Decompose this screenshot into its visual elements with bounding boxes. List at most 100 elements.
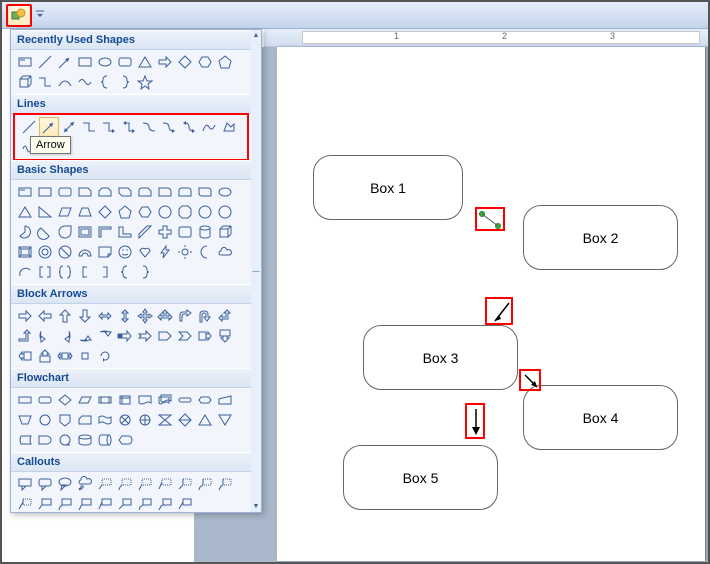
triangle-icon[interactable] bbox=[136, 53, 154, 71]
right-arrow-callout-icon[interactable] bbox=[196, 327, 214, 345]
arrow-line-icon[interactable] bbox=[40, 118, 58, 136]
parallelogram-icon[interactable] bbox=[56, 203, 74, 221]
textbox-icon[interactable] bbox=[16, 183, 34, 201]
pie-icon[interactable] bbox=[16, 223, 34, 241]
curved-down-arrow-icon[interactable] bbox=[96, 327, 114, 345]
triangle-icon[interactable] bbox=[16, 203, 34, 221]
up-arrow-callout-icon[interactable] bbox=[36, 347, 54, 365]
connector-icon[interactable] bbox=[36, 411, 54, 429]
sequential-storage-icon[interactable] bbox=[56, 431, 74, 449]
left-bracket-icon[interactable] bbox=[76, 263, 94, 281]
uturn-arrow-icon[interactable] bbox=[196, 307, 214, 325]
pentagon-icon[interactable] bbox=[216, 53, 234, 71]
display-icon[interactable] bbox=[116, 431, 134, 449]
rounded-rect-icon[interactable] bbox=[56, 183, 74, 201]
accent-callout-1-icon[interactable] bbox=[176, 475, 194, 493]
terminator-icon[interactable] bbox=[176, 391, 194, 409]
pentagon-arrow-icon[interactable] bbox=[156, 327, 174, 345]
cloud-icon[interactable] bbox=[216, 243, 234, 261]
round2-diag-icon[interactable] bbox=[196, 183, 214, 201]
alt-process-icon[interactable] bbox=[36, 391, 54, 409]
extract-icon[interactable] bbox=[196, 411, 214, 429]
predefined-process-icon[interactable] bbox=[96, 391, 114, 409]
box-1[interactable]: Box 1 bbox=[313, 155, 463, 220]
freeform-icon[interactable] bbox=[76, 73, 94, 91]
border-accent-callout-3-icon[interactable] bbox=[156, 495, 174, 512]
hexagon-icon[interactable] bbox=[196, 53, 214, 71]
donut-icon[interactable] bbox=[36, 243, 54, 261]
bent-arrow-icon[interactable] bbox=[176, 307, 194, 325]
trapezoid-icon[interactable] bbox=[76, 203, 94, 221]
decagon-icon[interactable] bbox=[196, 203, 214, 221]
direct-access-storage-icon[interactable] bbox=[96, 431, 114, 449]
left-brace-icon[interactable] bbox=[96, 73, 114, 91]
down-arrow-callout-icon[interactable] bbox=[216, 327, 234, 345]
merge-icon[interactable] bbox=[216, 411, 234, 429]
no-symbol-icon[interactable] bbox=[56, 243, 74, 261]
sort-icon[interactable] bbox=[176, 411, 194, 429]
rectangle-icon[interactable] bbox=[76, 53, 94, 71]
box-3[interactable]: Box 3 bbox=[363, 325, 518, 390]
process-icon[interactable] bbox=[16, 391, 34, 409]
scroll-up-icon[interactable]: ▲ bbox=[253, 32, 260, 39]
block-arc-icon[interactable] bbox=[76, 243, 94, 261]
magnetic-disk-icon[interactable] bbox=[76, 431, 94, 449]
border-callout-2-icon[interactable] bbox=[56, 495, 74, 512]
up-arrow-icon[interactable] bbox=[56, 307, 74, 325]
can-icon[interactable] bbox=[196, 223, 214, 241]
curved-up-arrow-icon[interactable] bbox=[76, 327, 94, 345]
delay-icon[interactable] bbox=[36, 431, 54, 449]
left-right-arrow-icon[interactable] bbox=[96, 307, 114, 325]
collate-icon[interactable] bbox=[156, 411, 174, 429]
notched-right-arrow-icon[interactable] bbox=[136, 327, 154, 345]
arrow-icon[interactable] bbox=[56, 53, 74, 71]
snip2-rect-icon[interactable] bbox=[96, 183, 114, 201]
folded-corner-icon[interactable] bbox=[96, 243, 114, 261]
line-icon[interactable] bbox=[36, 53, 54, 71]
decision-icon[interactable] bbox=[56, 391, 74, 409]
lightning-icon[interactable] bbox=[156, 243, 174, 261]
round-snip-icon[interactable] bbox=[136, 183, 154, 201]
bevel-icon[interactable] bbox=[16, 243, 34, 261]
freeform-icon[interactable] bbox=[220, 118, 238, 136]
data-icon[interactable] bbox=[76, 391, 94, 409]
border-callout-4-icon[interactable] bbox=[96, 495, 114, 512]
left-arrow-callout-icon[interactable] bbox=[16, 347, 34, 365]
rect-callout-icon[interactable] bbox=[16, 475, 34, 493]
line-callout-3-icon[interactable] bbox=[136, 475, 154, 493]
sun-icon[interactable] bbox=[176, 243, 194, 261]
snip-rect-icon[interactable] bbox=[76, 183, 94, 201]
dodecagon-icon[interactable] bbox=[216, 203, 234, 221]
teardrop-icon[interactable] bbox=[56, 223, 74, 241]
rounded-rect-callout-icon[interactable] bbox=[36, 475, 54, 493]
right-arrow-icon[interactable] bbox=[16, 307, 34, 325]
left-arrow-icon[interactable] bbox=[36, 307, 54, 325]
scroll-down-icon[interactable]: ▼ bbox=[253, 503, 260, 510]
manual-operation-icon[interactable] bbox=[16, 411, 34, 429]
border-accent-callout-4-icon[interactable] bbox=[176, 495, 194, 512]
left-right-up-arrow-icon[interactable] bbox=[156, 307, 174, 325]
curved-right-arrow-icon[interactable] bbox=[36, 327, 54, 345]
right-arrow-block-icon[interactable] bbox=[156, 53, 174, 71]
hexagon-icon[interactable] bbox=[136, 203, 154, 221]
document-icon[interactable] bbox=[136, 391, 154, 409]
internal-storage-icon[interactable] bbox=[116, 391, 134, 409]
chevron-icon[interactable] bbox=[176, 327, 194, 345]
box-4[interactable]: Box 4 bbox=[523, 385, 678, 450]
border-callout-1-icon[interactable] bbox=[36, 495, 54, 512]
border-accent-callout-1-icon[interactable] bbox=[116, 495, 134, 512]
line-callout-1-icon[interactable] bbox=[96, 475, 114, 493]
rectangle-icon[interactable] bbox=[36, 183, 54, 201]
diamond-icon[interactable] bbox=[176, 53, 194, 71]
stored-data-icon[interactable] bbox=[16, 431, 34, 449]
star-icon[interactable] bbox=[136, 73, 154, 91]
diagonal-stripe-icon[interactable] bbox=[136, 223, 154, 241]
left-up-arrow-icon[interactable] bbox=[216, 307, 234, 325]
snip-diag-icon[interactable] bbox=[116, 183, 134, 201]
curve-icon[interactable] bbox=[200, 118, 218, 136]
l-shape-icon[interactable] bbox=[116, 223, 134, 241]
border-accent-callout-2-icon[interactable] bbox=[136, 495, 154, 512]
circular-arrow-icon[interactable] bbox=[96, 347, 114, 365]
half-frame-icon[interactable] bbox=[96, 223, 114, 241]
chord-icon[interactable] bbox=[36, 223, 54, 241]
